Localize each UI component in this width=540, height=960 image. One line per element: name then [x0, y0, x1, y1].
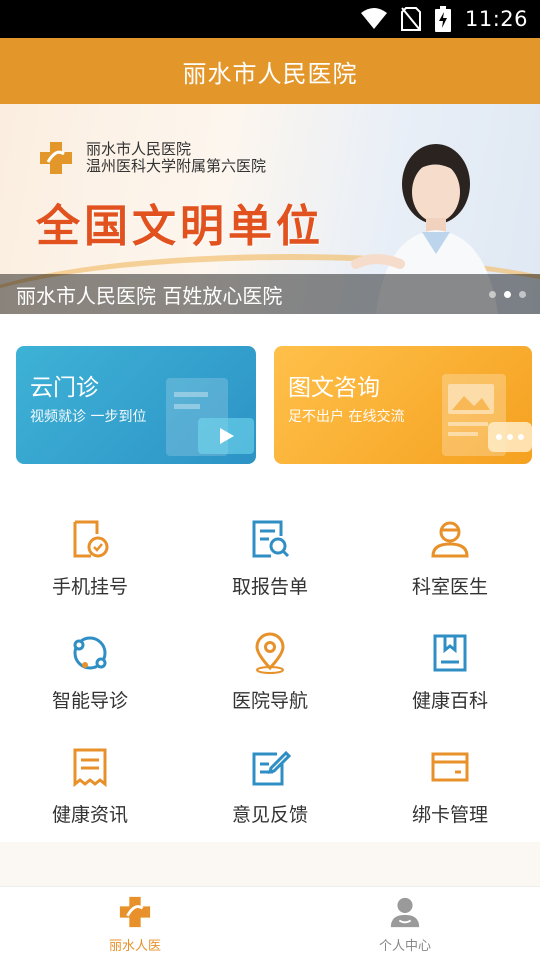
tab-label: 丽水人医 [108, 939, 161, 954]
no-sim-icon [400, 7, 421, 31]
grid-item-encyclopedia[interactable]: 健康百科 [360, 614, 540, 728]
registration-icon [73, 520, 109, 558]
banner-hospital-name: 丽水市人民医院 [86, 140, 192, 158]
grid-label: 取报告单 [231, 576, 308, 598]
card-subtitle: 视频就诊 一步到位 [30, 409, 147, 425]
banner-caption: 丽水市人民医院 百姓放心医院 [16, 283, 283, 308]
carousel-dot[interactable] [519, 291, 526, 298]
smart-guide-icon [73, 636, 107, 670]
report-search-icon [252, 520, 290, 558]
grid-item-card-management[interactable]: 绑卡管理 [360, 728, 540, 842]
feedback-edit-icon [252, 750, 291, 786]
clock-time: 11:26 [464, 7, 528, 31]
grid-label: 科室医生 [411, 576, 488, 598]
battery-charging-icon [434, 6, 451, 32]
carousel-indicator [489, 291, 526, 298]
banner-slogan: 全国文明单位 [36, 201, 324, 252]
bottom-tab-bar: 丽水人医 个人中心 [0, 886, 540, 960]
grid-item-navigation[interactable]: 医院导航 [180, 614, 360, 728]
grid-label: 医院导航 [231, 690, 308, 712]
status-icons: 11:26 [360, 0, 528, 38]
section-divider [0, 842, 540, 886]
grid-item-report[interactable]: 取报告单 [180, 500, 360, 614]
encyclopedia-book-icon [433, 634, 467, 672]
grid-label: 健康百科 [411, 690, 488, 712]
wifi-icon [360, 8, 387, 29]
chat-image-icon [442, 374, 532, 456]
grid-item-doctors[interactable]: 科室医生 [360, 500, 540, 614]
cloud-clinic-card[interactable]: 云门诊 视频就诊 一步到位 [16, 346, 256, 464]
banner-caption-bar: 丽水市人民医院 百姓放心医院 [0, 274, 540, 314]
banner-carousel[interactable]: 丽水市人民医院 温州医科大学附属第六医院 全国文明单位 丽水市人民医院 百姓放心… [0, 104, 540, 314]
grid-label: 手机挂号 [51, 576, 128, 598]
card-title: 云门诊 [30, 375, 99, 401]
grid-label: 意见反馈 [231, 804, 308, 826]
hospital-logo-icon [119, 896, 151, 928]
feature-cards: 云门诊 视频就诊 一步到位 图文咨询 足不出户 在线交流 [16, 346, 532, 466]
page-title: 丽水市人民医院 [182, 59, 358, 88]
carousel-dot[interactable] [489, 291, 496, 298]
doctor-icon [431, 521, 469, 558]
video-consultation-icon [166, 378, 254, 456]
grid-item-health-news[interactable]: 健康资讯 [0, 728, 180, 842]
grid-label: 健康资讯 [51, 804, 128, 826]
tab-label: 个人中心 [378, 939, 431, 954]
card-subtitle: 足不出户 在线交流 [288, 409, 405, 425]
grid-label: 绑卡管理 [411, 804, 488, 826]
app-header: 丽水市人民医院 [0, 38, 540, 104]
tab-home[interactable]: 丽水人医 [0, 887, 270, 960]
carousel-dot-active[interactable] [504, 291, 511, 298]
grid-item-feedback[interactable]: 意见反馈 [180, 728, 360, 842]
image-text-consult-card[interactable]: 图文咨询 足不出户 在线交流 [274, 346, 532, 464]
tab-profile[interactable]: 个人中心 [270, 887, 540, 960]
grid-item-registration[interactable]: 手机挂号 [0, 500, 180, 614]
hospital-logo-icon [40, 142, 72, 174]
service-grid: 手机挂号 取报告单 科室医生 智能导诊 医院导航 健康百科 健康资讯 意见反馈 … [0, 500, 540, 842]
grid-label: 智能导诊 [51, 690, 128, 712]
news-document-icon [73, 748, 107, 788]
card-title: 图文咨询 [288, 375, 380, 401]
status-bar: 11:26 [0, 0, 540, 38]
user-profile-icon [390, 897, 420, 928]
card-icon [431, 752, 469, 782]
grid-item-smart-guide[interactable]: 智能导诊 [0, 614, 180, 728]
location-pin-icon [255, 632, 285, 674]
banner-hospital-subtitle: 温州医科大学附属第六医院 [86, 157, 267, 175]
